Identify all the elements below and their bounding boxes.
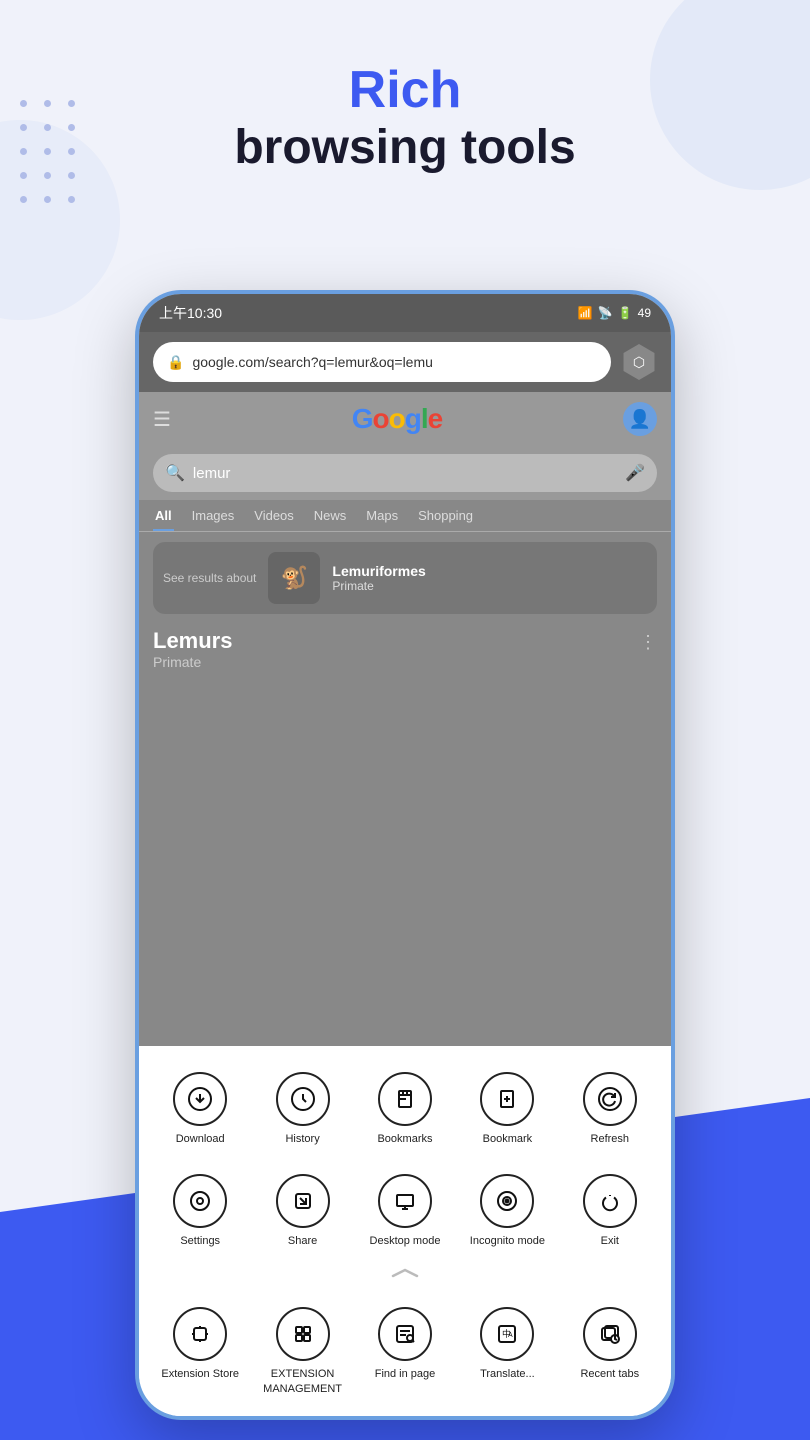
tab-news[interactable]: News [312,504,349,531]
menu-item-incognito-mode[interactable]: Incognito mode [456,1164,558,1258]
menu-item-exit[interactable]: Exit [559,1164,661,1258]
status-time: 上午10:30 [159,303,222,323]
status-bar: 上午10:30 📶 📡 🔋 49 [139,294,671,332]
battery-percent: 49 [638,306,651,320]
search-icon: 🔍 [165,463,185,483]
main-result: ⋮ Lemurs Primate [153,628,657,670]
more-options-icon[interactable]: ⋮ [639,632,657,653]
search-input-bar[interactable]: 🔍 lemur 🎤 [153,454,657,492]
phone-inner: 上午10:30 📶 📡 🔋 49 🔒 google.com/search?q=l… [139,294,671,1416]
svg-text:A: A [508,1332,513,1339]
bookmark-label: Bookmark [483,1132,533,1146]
page-title-rich: Rich [0,60,810,120]
wifi-icon: 📡 [598,306,613,320]
menu-item-history[interactable]: History [251,1062,353,1156]
tab-maps[interactable]: Maps [364,504,400,531]
shield-icon: ⬡ [633,354,645,371]
menu-row-1: Download History [149,1062,661,1156]
find-in-page-icon [378,1307,432,1361]
tab-shopping[interactable]: Shopping [416,504,475,531]
translate-label: Translate... [480,1367,535,1381]
menu-item-settings[interactable]: Settings [149,1164,251,1258]
menu-item-extension-store[interactable]: Extension Store [149,1297,251,1406]
menu-item-extension-mgmt[interactable]: EXTENSION MANAGEMENT [251,1297,353,1406]
result-main-sub: Primate [153,654,657,670]
menu-item-translate[interactable]: 中 A Translate... [456,1297,558,1406]
menu-row-2: Settings Share [149,1164,661,1258]
url-text: google.com/search?q=lemur&oq=lemu [192,354,432,370]
hamburger-icon[interactable]: ☰ [153,407,171,432]
extension-mgmt-icon [276,1307,330,1361]
menu-item-find-in-page[interactable]: Find in page [354,1297,456,1406]
history-icon [276,1072,330,1126]
tab-images[interactable]: Images [190,504,237,531]
signal-icon: 📶 [578,306,593,320]
download-icon [173,1072,227,1126]
url-bar[interactable]: 🔒 google.com/search?q=lemur&oq=lemu [153,342,611,382]
recent-tabs-icon [583,1307,637,1361]
lock-icon: 🔒 [167,354,184,371]
results-area: See results about 🐒 Lemuriformes Primate… [139,532,671,1046]
incognito-mode-label: Incognito mode [470,1234,545,1248]
recent-tabs-label: Recent tabs [580,1367,639,1381]
download-label: Download [176,1132,225,1146]
url-bar-area: 🔒 google.com/search?q=lemur&oq=lemu ⬡ [139,332,671,392]
bookmarks-label: Bookmarks [377,1132,432,1146]
result-card-name: Lemuriformes [332,563,425,579]
menu-item-desktop-mode[interactable]: Desktop mode [354,1164,456,1258]
desktop-mode-icon [378,1174,432,1228]
battery-icon: 🔋 [618,306,633,320]
share-label: Share [288,1234,317,1248]
menu-item-recent-tabs[interactable]: Recent tabs [559,1297,661,1406]
see-results-label: See results about [163,571,256,585]
exit-label: Exit [601,1234,619,1248]
menu-row-3: Extension Store EXTENSION MANAGEMENT [149,1297,661,1406]
menu-item-refresh[interactable]: Refresh [559,1062,661,1156]
result-main-title: Lemurs [153,628,657,654]
browser-content: ☰ Google 👤 🔍 lemur 🎤 [139,392,671,1046]
desktop-mode-label: Desktop mode [370,1234,441,1248]
google-logo: Google [352,403,442,435]
phone-mockup: 上午10:30 📶 📡 🔋 49 🔒 google.com/search?q=l… [135,290,675,1420]
avatar-icon: 👤 [629,409,651,430]
bookmark-icon [480,1072,534,1126]
google-header: ☰ Google 👤 [139,392,671,446]
refresh-label: Refresh [591,1132,630,1146]
result-card-info: Lemuriformes Primate [332,563,425,593]
refresh-icon [583,1072,637,1126]
settings-label: Settings [180,1234,220,1248]
page-title-sub: browsing tools [0,120,810,175]
bottom-sheet: Download History [139,1046,671,1416]
page-header: Rich browsing tools [0,60,810,175]
result-card-sub: Primate [332,579,425,593]
search-query-text: lemur [193,465,231,482]
extension-mgmt-label: EXTENSION MANAGEMENT [255,1367,349,1396]
translate-icon: 中 A [480,1307,534,1361]
microphone-icon[interactable]: 🎤 [625,463,645,483]
see-results-card[interactable]: See results about 🐒 Lemuriformes Primate [153,542,657,614]
settings-icon [173,1174,227,1228]
menu-item-share[interactable]: Share [251,1164,353,1258]
exit-icon [583,1174,637,1228]
history-label: History [285,1132,319,1146]
user-avatar[interactable]: 👤 [623,402,657,436]
bookmarks-icon [378,1072,432,1126]
pull-indicator [149,1266,661,1287]
incognito-mode-icon [480,1174,534,1228]
result-card-image: 🐒 [268,552,320,604]
search-bar-area: 🔍 lemur 🎤 [139,446,671,500]
share-icon [276,1174,330,1228]
shield-button[interactable]: ⬡ [621,344,657,380]
menu-item-bookmark[interactable]: Bookmark [456,1062,558,1156]
tab-all[interactable]: All [153,504,174,531]
search-left: 🔍 lemur [165,463,230,483]
status-icons: 📶 📡 🔋 49 [578,306,651,320]
extension-store-label: Extension Store [161,1367,239,1381]
menu-item-bookmarks[interactable]: Bookmarks [354,1062,456,1156]
tab-videos[interactable]: Videos [252,504,296,531]
extension-store-icon [173,1307,227,1361]
tabs-bar: All Images Videos News Maps Shopping [139,500,671,532]
menu-item-download[interactable]: Download [149,1062,251,1156]
find-in-page-label: Find in page [375,1367,436,1381]
